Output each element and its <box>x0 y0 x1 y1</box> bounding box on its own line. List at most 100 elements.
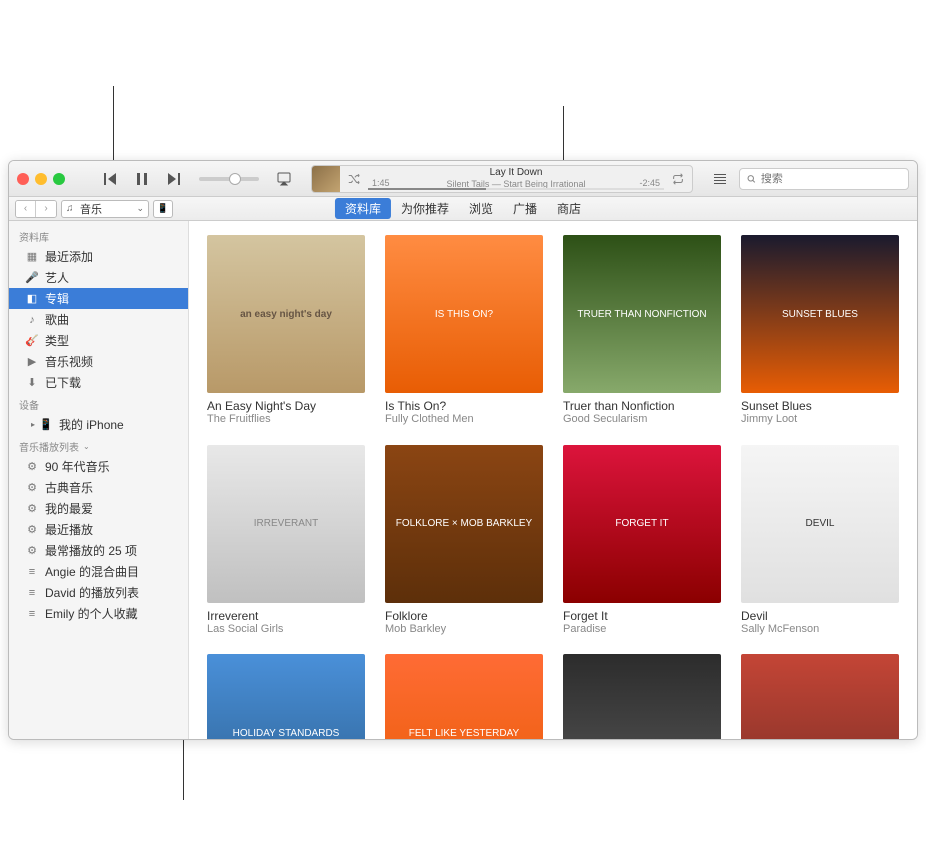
callout-line <box>113 86 114 161</box>
callout-line <box>563 106 564 161</box>
microphone-icon: 🎤 <box>25 271 39 284</box>
now-playing-artwork <box>312 165 340 193</box>
album-title: Devil <box>741 609 899 623</box>
album-cell[interactable]: SUNSET BLUESSunset BluesJimmy Loot <box>741 235 899 427</box>
album-artwork <box>563 654 721 739</box>
sidebar-item-recently-added[interactable]: ▦最近添加 <box>9 246 188 267</box>
airplay-button[interactable] <box>271 168 297 190</box>
album-cell[interactable]: IS THIS ON? Is This On?Fully Clothed Men <box>385 235 543 427</box>
media-type-selector[interactable]: 音乐 <box>61 200 149 218</box>
grid-icon: ▦ <box>25 250 39 263</box>
search-input[interactable] <box>761 173 902 185</box>
gear-icon: ⚙ <box>25 460 39 473</box>
album-title: Is This On? <box>385 399 543 413</box>
previous-track-button[interactable] <box>97 168 123 190</box>
gear-icon: ⚙ <box>25 481 39 494</box>
sidebar-item-playlist[interactable]: ≡Emily 的个人收藏 <box>9 603 188 624</box>
album-artist: Sally McFenson <box>741 623 899 636</box>
sidebar-item-label: 已下载 <box>45 374 81 391</box>
album-artwork: FELT LIKE YESTERDAY <box>385 654 543 739</box>
disclosure-icon[interactable]: ▸ <box>31 420 35 429</box>
sidebar-item-playlist[interactable]: ≡Angie 的混合曲目 <box>9 561 188 582</box>
volume-slider[interactable] <box>199 177 259 181</box>
album-cell[interactable]: TRUER THAN NONFICTIONTruer than Nonficti… <box>563 235 721 427</box>
next-track-button[interactable] <box>161 168 187 190</box>
device-button[interactable]: 📱 <box>153 200 173 218</box>
album-cell[interactable]: FELT LIKE YESTERDAY <box>385 654 543 739</box>
sidebar-item-label: 歌曲 <box>45 311 69 328</box>
list-view-button[interactable] <box>707 168 733 190</box>
sidebar-item-playlist[interactable]: ⚙古典音乐 <box>9 477 188 498</box>
album-grid: an easy night's dayAn Easy Night's DayTh… <box>207 235 899 739</box>
chevron-down-icon: ⌄ <box>83 442 90 451</box>
sidebar-item-genres[interactable]: 🎸类型 <box>9 330 188 351</box>
sidebar-item-artists[interactable]: 🎤艺人 <box>9 267 188 288</box>
search-box[interactable] <box>739 168 909 190</box>
tab-library[interactable]: 资料库 <box>335 198 391 219</box>
back-button[interactable]: ‹ <box>16 201 36 217</box>
sidebar-header-devices: 设备 <box>9 393 188 414</box>
forward-button[interactable]: › <box>36 201 56 217</box>
repeat-icon[interactable] <box>664 172 692 186</box>
sidebar-item-playlist[interactable]: ≡David 的播放列表 <box>9 582 188 603</box>
album-cell[interactable]: IRREVERANTIrreverentLas Social Girls <box>207 445 365 637</box>
sidebar-item-playlist[interactable]: ⚙ 90 年代音乐 <box>9 456 188 477</box>
sidebar-item-albums[interactable]: ◧专辑 <box>9 288 188 309</box>
album-cell[interactable]: HOLIDAY STANDARDS <box>207 654 365 739</box>
tab-radio[interactable]: 广播 <box>503 198 547 219</box>
sidebar-item-songs[interactable]: ♪ 歌曲 <box>9 309 188 330</box>
tab-for-you[interactable]: 为你推荐 <box>391 198 459 219</box>
album-icon: ◧ <box>25 292 39 305</box>
sidebar-item-playlist[interactable]: ⚙ 最常播放的 25 项 <box>9 540 188 561</box>
album-cell[interactable]: FOLKLORE × MOB BARKLEYFolkloreMob Barkle… <box>385 445 543 637</box>
album-artwork: IS THIS ON? <box>385 235 543 393</box>
album-artwork <box>741 654 899 739</box>
now-playing-title: Lay It Down <box>368 167 664 179</box>
sidebar-item-label: 90 年代音乐 <box>45 458 110 475</box>
close-button[interactable] <box>17 173 29 185</box>
sidebar-item-label: 最常播放的 25 项 <box>45 542 137 559</box>
gear-icon: ⚙ <box>25 544 39 557</box>
tab-store[interactable]: 商店 <box>547 198 591 219</box>
progress-bar[interactable] <box>368 188 664 190</box>
download-icon: ⬇ <box>25 376 39 389</box>
now-playing-display[interactable]: Lay It Down Silent Tails — Start Being I… <box>311 165 693 193</box>
music-note-icon: ♪ <box>25 314 39 326</box>
navigation-toolbar: ‹ › 音乐 📱 资料库 为你推荐 浏览 广播 商店 <box>9 197 917 221</box>
sidebar-item-label: Angie 的混合曲目 <box>45 563 139 580</box>
album-cell[interactable]: FORGET ITForget ItParadise <box>563 445 721 637</box>
sidebar-header-playlists[interactable]: 音乐播放列表⌄ <box>9 435 188 456</box>
phone-icon: 📱 <box>39 418 53 431</box>
sidebar-item-music-videos[interactable]: ▶音乐视频 <box>9 351 188 372</box>
sidebar-item-downloaded[interactable]: ⬇ 已下载 <box>9 372 188 393</box>
gear-icon: ⚙ <box>25 523 39 536</box>
nav-back-forward: ‹ › <box>15 200 57 218</box>
album-artwork: an easy night's day <box>207 235 365 393</box>
sidebar-item-device[interactable]: ▸ 📱 我的 iPhone <box>9 414 188 435</box>
main-tabs: 资料库 为你推荐 浏览 广播 商店 <box>335 198 591 219</box>
album-artwork: SUNSET BLUES <box>741 235 899 393</box>
guitar-icon: 🎸 <box>25 334 39 347</box>
sidebar-item-playlist[interactable]: ⚙我的最爱 <box>9 498 188 519</box>
maximize-button[interactable] <box>53 173 65 185</box>
album-cell[interactable]: an easy night's dayAn Easy Night's DayTh… <box>207 235 365 427</box>
sidebar: 资料库 ▦最近添加 🎤艺人 ◧专辑 ♪歌曲 🎸类型 ▶音乐视频 ⬇已下载 设备 … <box>9 221 189 739</box>
album-artist: Good Secularism <box>563 413 721 426</box>
sidebar-item-label: David 的播放列表 <box>45 584 139 601</box>
tab-browse[interactable]: 浏览 <box>459 198 503 219</box>
minimize-button[interactable] <box>35 173 47 185</box>
album-artist: The Fruitflies <box>207 413 365 426</box>
album-cell[interactable]: DEVILDevilSally McFenson <box>741 445 899 637</box>
shuffle-icon[interactable] <box>340 172 368 186</box>
window-controls <box>17 173 65 185</box>
play-pause-button[interactable] <box>129 168 155 190</box>
album-cell[interactable] <box>563 654 721 739</box>
album-artist: Fully Clothed Men <box>385 413 543 426</box>
sidebar-item-playlist[interactable]: ⚙ 最近播放 <box>9 519 188 540</box>
sidebar-item-label: 最近播放 <box>45 521 93 538</box>
sidebar-header-library: 资料库 <box>9 225 188 246</box>
album-grid-view: an easy night's dayAn Easy Night's DayTh… <box>189 221 917 739</box>
album-title: Sunset Blues <box>741 399 899 413</box>
album-cell[interactable] <box>741 654 899 739</box>
sidebar-item-label: 我的 iPhone <box>59 416 124 433</box>
